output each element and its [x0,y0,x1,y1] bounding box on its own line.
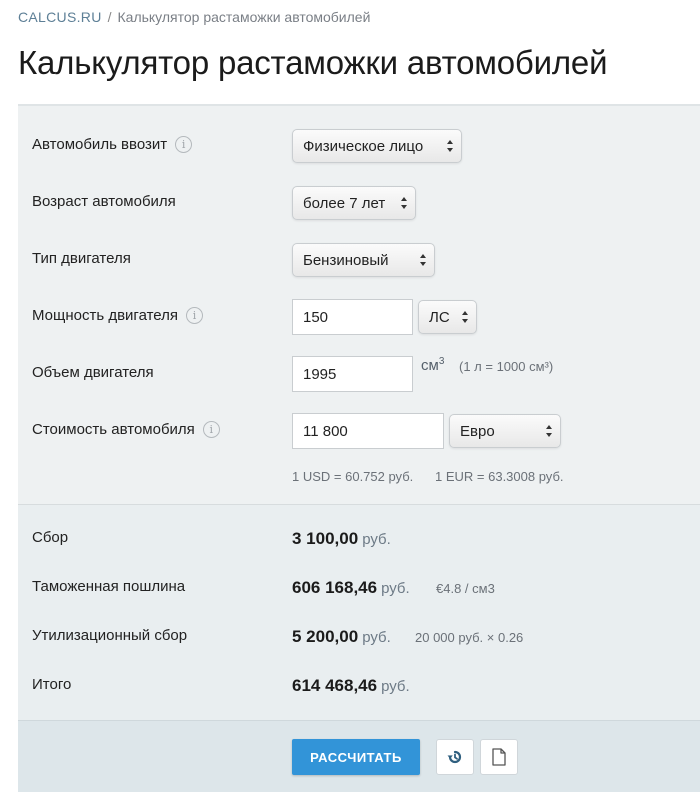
recycling-value: 5 200,00 руб. [292,627,391,647]
actions-bar: РАССЧИТАТЬ [18,720,700,792]
total-currency: руб. [381,678,410,695]
document-button[interactable] [480,739,518,775]
volume-label: Объем двигателя [32,364,154,381]
fee-currency: руб. [362,531,391,548]
power-label: Мощность двигателя [32,307,179,324]
importer-row-label: Автомобиль ввозит i [32,136,193,153]
reset-button[interactable] [436,739,474,775]
currency-select-value: Евро [460,422,495,440]
select-arrows-icon [462,311,468,323]
duty-label: Таможенная пошлина [32,578,186,595]
breadcrumb-separator: / [107,9,112,25]
fee-value: 3 100,00 руб. [292,529,391,549]
duty-note: €4.8 / см3 [436,581,495,596]
engine-type-label: Тип двигателя [32,250,131,267]
volume-input[interactable]: 1995 [292,356,413,392]
document-icon [492,748,506,766]
info-icon[interactable]: i [175,136,193,153]
usd-rate: 1 USD = 60.752 руб. [292,469,414,484]
duty-value: 606 168,46 руб. [292,578,410,598]
eur-rate: 1 EUR = 63.3008 руб. [435,469,564,484]
volume-hint: (1 л = 1000 см³) [459,359,554,374]
breadcrumb-current: Калькулятор растаможки автомобилей [117,9,371,25]
volume-unit-text: см [421,357,439,374]
duty-amount: 606 168,46 [292,578,378,597]
volume-unit-sup: 3 [438,356,445,367]
total-value: 614 468,46 руб. [292,676,410,696]
recycling-currency: руб. [362,629,391,646]
page-title: Калькулятор растаможки автомобилей [18,44,608,81]
duty-currency: руб. [381,580,410,597]
age-row-label: Возраст автомобиля [32,193,176,210]
recycling-amount: 5 200,00 [292,627,359,646]
select-arrows-icon [546,425,552,437]
power-row-label: Мощность двигателя i [32,307,204,324]
currency-select[interactable]: Евро [449,414,561,448]
total-amount: 614 468,46 [292,676,378,695]
power-unit-select[interactable]: ЛС [418,300,477,334]
total-label: Итого [32,676,72,693]
importer-select-value: Физическое лицо [303,137,424,155]
cost-input[interactable]: 11 800 [292,413,444,449]
recycling-note: 20 000 руб. × 0.26 [415,630,524,645]
age-select-value: более 7 лет [303,194,386,212]
recycling-label: Утилизационный сбор [32,627,188,644]
fee-amount: 3 100,00 [292,529,359,548]
engine-type-select[interactable]: Бензиновый [292,243,435,277]
power-input[interactable]: 150 [292,299,413,335]
select-arrows-icon [420,254,426,266]
cost-row-label: Стоимость автомобиля i [32,421,220,438]
age-label: Возраст автомобиля [32,193,176,210]
fee-label: Сбор [32,529,69,546]
volume-row-label: Объем двигателя [32,364,154,381]
cost-label: Стоимость автомобиля [32,421,195,438]
info-icon[interactable]: i [186,307,204,324]
power-unit-value: ЛС [429,308,450,326]
volume-unit: см3 [421,356,444,374]
calculator-form: Автомобиль ввозит i Физическое лицо Возр… [18,104,700,506]
engine-type-row-label: Тип двигателя [32,250,131,267]
breadcrumb: CALCUS.RU / Калькулятор растаможки автомоб… [18,9,370,25]
breadcrumb-site-link[interactable]: CALCUS.RU [18,9,102,25]
info-icon[interactable]: i [202,421,220,438]
age-select[interactable]: более 7 лет [292,186,416,220]
results-section: Сбор 3 100,00 руб. Таможенная пошлина 606… [18,504,700,721]
history-icon [447,750,462,764]
engine-type-select-value: Бензиновый [303,251,389,269]
select-arrows-icon [401,197,407,209]
calculator-panel: Автомобиль ввозит i Физическое лицо Возр… [18,104,700,792]
select-arrows-icon [447,140,453,152]
importer-select[interactable]: Физическое лицо [292,129,462,163]
importer-label: Автомобиль ввозит [32,136,168,153]
calculate-button[interactable]: РАССЧИТАТЬ [292,739,420,775]
